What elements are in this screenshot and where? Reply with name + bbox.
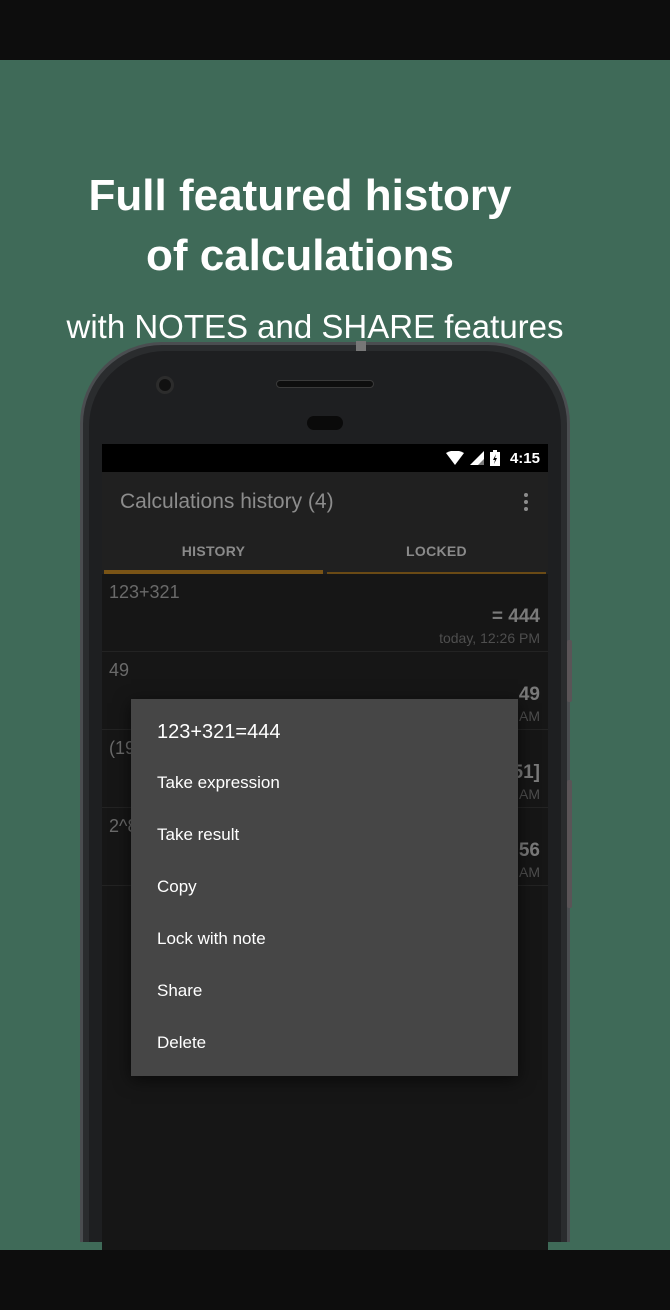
app-bar-title: Calculations history (4): [120, 490, 334, 513]
overflow-menu-icon[interactable]: [518, 490, 534, 514]
status-bar: 4:15: [102, 444, 548, 472]
earpiece-speaker: [276, 380, 374, 388]
status-time: 4:15: [509, 449, 540, 467]
top-black-bar: [0, 0, 670, 60]
proximity-sensor: [307, 416, 343, 430]
menu-item-share[interactable]: Share: [157, 981, 202, 1001]
front-camera-icon: [156, 376, 174, 394]
history-time: AM: [519, 786, 540, 802]
history-result: 56: [518, 840, 540, 861]
history-time: today, 12:26 PM: [439, 630, 540, 646]
app-bar: Calculations history (4): [102, 472, 548, 534]
context-menu-title: 123+321=444: [157, 721, 281, 743]
tab-locked[interactable]: LOCKED: [325, 534, 548, 574]
history-expression: 123+321: [109, 582, 180, 602]
promo-headline-line1: Full featured history: [88, 171, 512, 220]
signal-icon: [469, 451, 484, 465]
history-time: AM: [519, 864, 540, 880]
history-time: AM: [519, 708, 540, 724]
menu-item-copy[interactable]: Copy: [157, 877, 197, 897]
context-menu: 123+321=444 Take expression Take result …: [131, 699, 518, 1076]
menu-item-delete[interactable]: Delete: [157, 1033, 206, 1053]
history-expression: 49: [109, 660, 130, 680]
history-result: = 444: [491, 606, 540, 627]
phone-side-button-top: [567, 640, 572, 702]
phone-top-notch: [356, 341, 366, 351]
menu-item-take-result[interactable]: Take result: [157, 825, 239, 845]
history-row[interactable]: 123+321 = 444 today, 12:26 PM: [102, 574, 548, 652]
menu-item-lock-with-note[interactable]: Lock with note: [157, 929, 266, 949]
bottom-black-bar: [0, 1250, 670, 1310]
tab-history[interactable]: HISTORY: [102, 534, 325, 574]
history-result: 49: [518, 684, 540, 705]
menu-item-take-expression[interactable]: Take expression: [157, 773, 280, 793]
promo-headline-line2: of calculations: [145, 231, 455, 280]
phone-side-button-bottom: [567, 780, 572, 908]
status-icons: 4:15: [445, 449, 540, 467]
tab-bar: HISTORY LOCKED: [102, 534, 548, 574]
wifi-icon: [445, 451, 464, 465]
battery-icon: [489, 450, 500, 466]
